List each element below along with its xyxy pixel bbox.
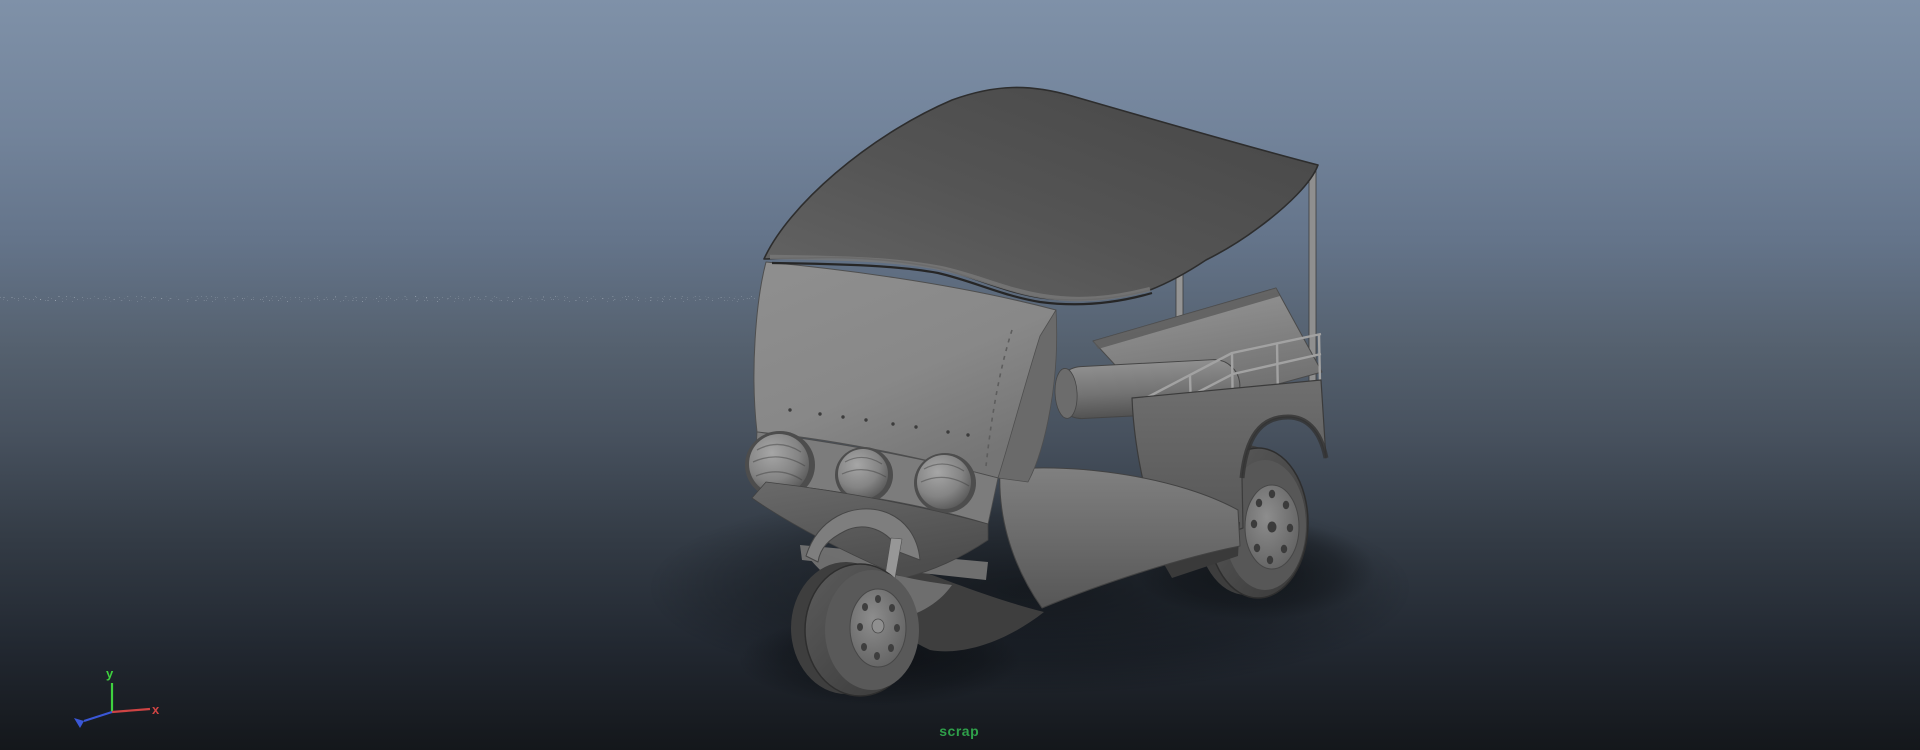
tuktuk-model: y x [0, 0, 1920, 750]
gizmo-x-axis [112, 709, 150, 712]
axis-gizmo: y x [74, 666, 160, 728]
3d-viewport[interactable]: y x scrap [0, 0, 1920, 750]
gizmo-z-axis [84, 712, 112, 721]
camera-name-label: scrap [939, 723, 979, 739]
gizmo-z-arrow-icon [74, 718, 84, 728]
gizmo-y-label: y [106, 666, 114, 681]
gizmo-x-label: x [152, 702, 160, 717]
front-wheel [791, 562, 919, 696]
